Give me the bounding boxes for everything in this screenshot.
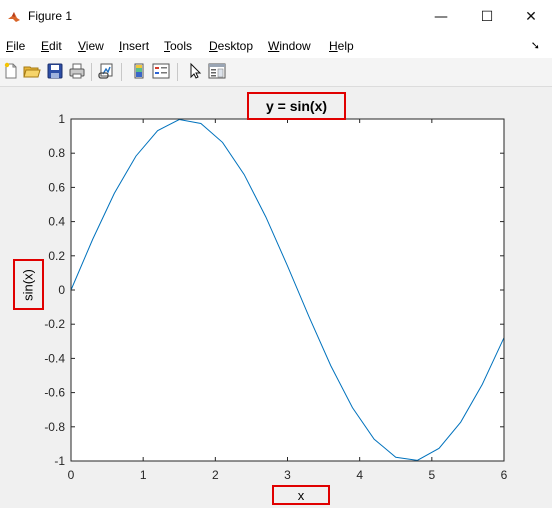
- x-tick-label: 0: [68, 468, 75, 482]
- x-tick-label: 2: [212, 468, 219, 482]
- y-tick-label: 0.2: [48, 249, 65, 263]
- x-tick-label: 5: [428, 468, 435, 482]
- y-tick-label: -0.8: [44, 420, 65, 434]
- y-tick-label: -0.2: [44, 317, 65, 331]
- x-tick-label: 3: [284, 468, 291, 482]
- x-tick-label: 4: [356, 468, 363, 482]
- y-tick-label: 0.6: [48, 180, 65, 194]
- y-tick-label: -1: [54, 454, 65, 468]
- plot-area[interactable]: 0 1 2 3 4 5 6 1 0.8 0.6 0.4 0.2 0 -0.2 -0.4 -0.6 -0.8 -1: [0, 0, 552, 508]
- y-tick-label: 0: [58, 283, 65, 297]
- x-tick-label: 1: [140, 468, 147, 482]
- y-axis-label: sin(x): [20, 269, 36, 301]
- plot-title: y = sin(x): [265, 98, 328, 114]
- y-tick-label: -0.4: [44, 351, 65, 365]
- x-axis-label: x: [297, 487, 305, 503]
- axes-background: [71, 119, 504, 461]
- y-tick-label: 1: [58, 112, 65, 126]
- x-tick-label: 6: [501, 468, 508, 482]
- y-tick-label: 0.4: [48, 215, 65, 229]
- y-tick-label: 0.8: [48, 146, 65, 160]
- y-tick-label: -0.6: [44, 386, 65, 400]
